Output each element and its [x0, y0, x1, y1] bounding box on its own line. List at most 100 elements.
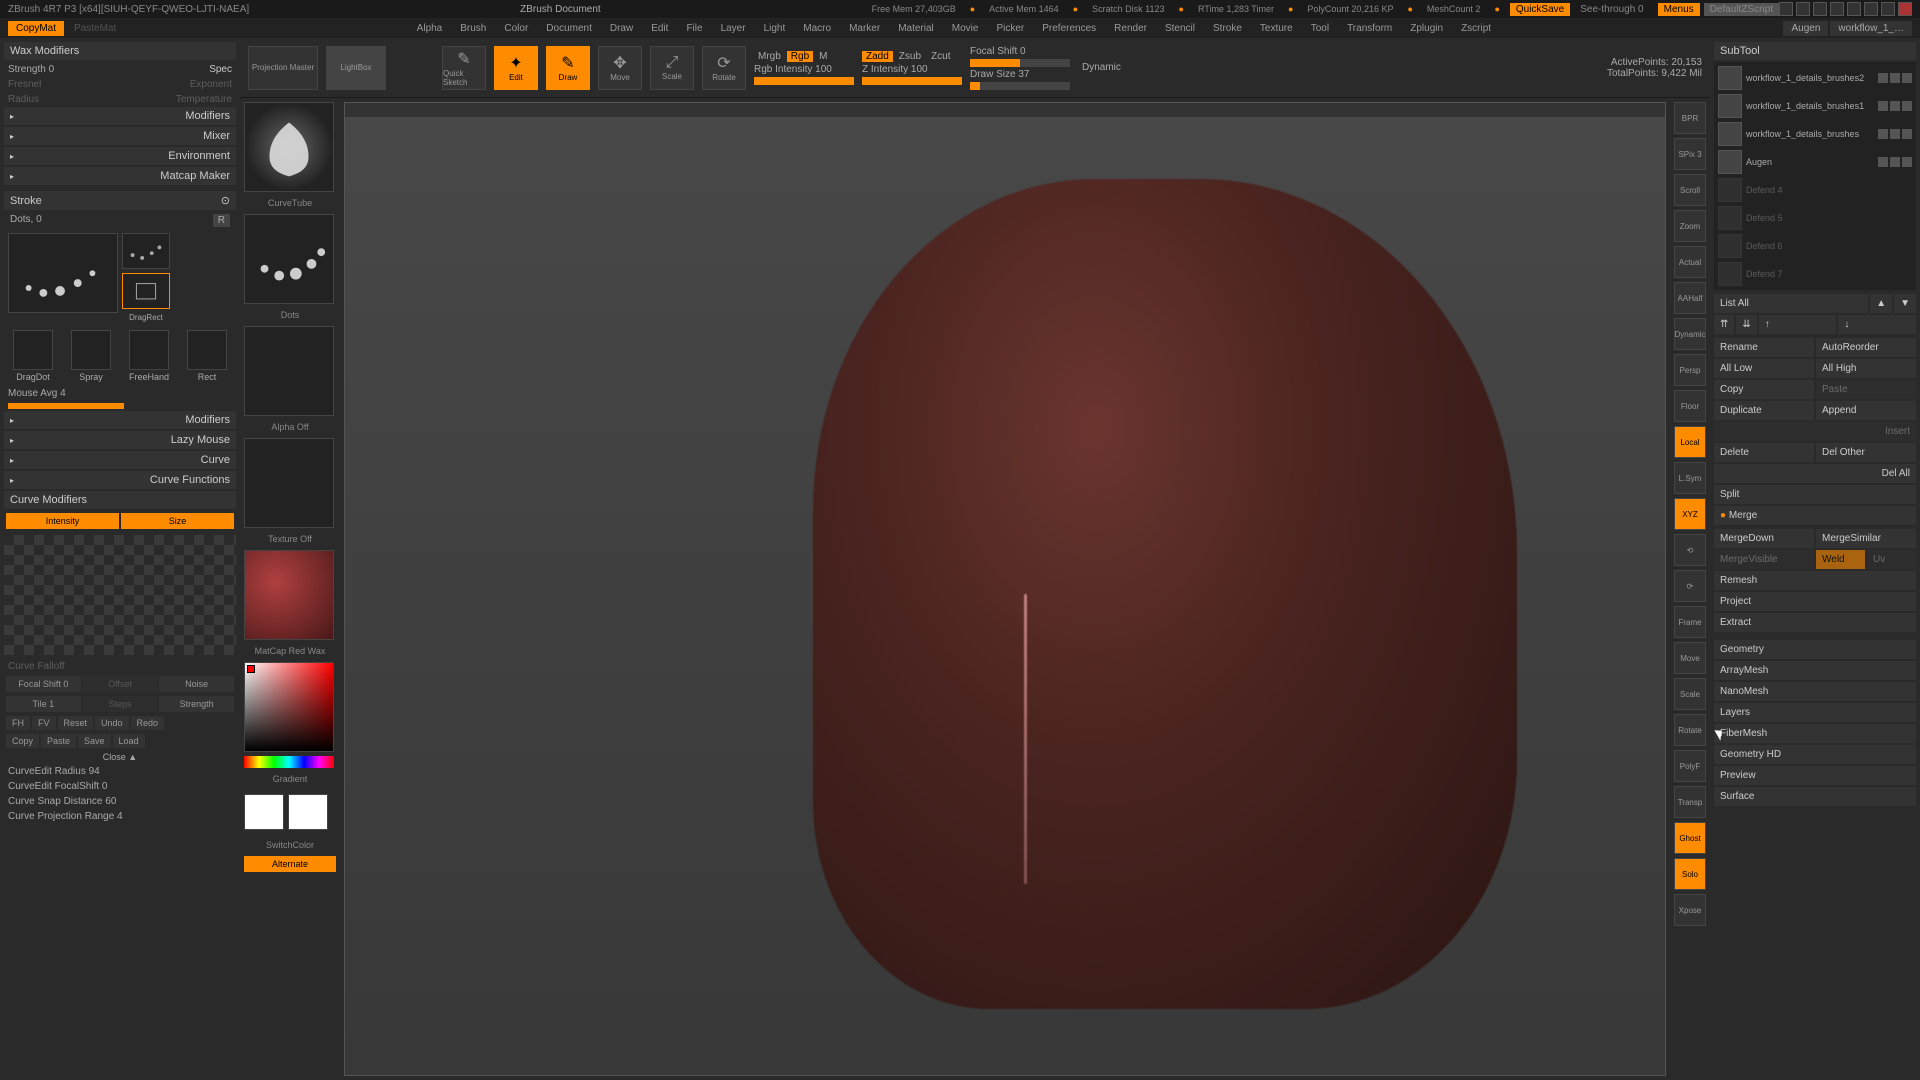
menu-document[interactable]: Document — [538, 21, 600, 36]
zint-slider[interactable]: Z Intensity 100 — [862, 64, 962, 75]
focal-slider[interactable]: CurveEdit FocalShift 0 — [8, 781, 232, 792]
menu-zplugin[interactable]: Zplugin — [1402, 21, 1451, 36]
mergevisible-button[interactable]: MergeVisible — [1714, 550, 1814, 569]
window-icon[interactable] — [1813, 2, 1827, 16]
color-picker[interactable] — [244, 662, 334, 752]
rgb-button[interactable]: Rgb — [787, 51, 813, 62]
move-down-icon[interactable]: ↓ — [1838, 315, 1916, 334]
menu-color[interactable]: Color — [496, 21, 536, 36]
move-button[interactable]: Move — [1674, 642, 1706, 674]
radius-slider[interactable]: CurveEdit Radius 94 — [8, 766, 232, 777]
mergedown-button[interactable]: MergeDown — [1714, 529, 1814, 548]
copy-button[interactable]: Copy — [1714, 380, 1814, 399]
undo-button[interactable]: Undo — [95, 716, 129, 730]
menus-button[interactable]: Menus — [1658, 3, 1700, 16]
proj-slider[interactable]: Curve Projection Range 4 — [8, 811, 232, 822]
aahalf-button[interactable]: AAHalf — [1674, 282, 1706, 314]
augen-tab[interactable]: Augen — [1783, 21, 1828, 36]
arrow-up-icon[interactable]: ▲ — [1870, 294, 1892, 313]
persp-button[interactable]: Persp — [1674, 354, 1706, 386]
focalshift-slider[interactable]: Focal Shift 0 — [970, 46, 1070, 57]
stroke-preview[interactable] — [244, 214, 334, 304]
scroll-button[interactable]: Scroll — [1674, 174, 1706, 206]
subtool-item[interactable]: Defend 7 — [1716, 260, 1914, 288]
copymat-button[interactable]: CopyMat — [8, 21, 64, 36]
move-up-icon[interactable]: ↑ — [1759, 315, 1837, 334]
stroke-header[interactable]: Stroke⊙ — [4, 191, 236, 210]
menu-macro[interactable]: Macro — [795, 21, 839, 36]
insert-button[interactable]: Insert — [1714, 422, 1916, 441]
switchcolor-button[interactable]: SwitchColor — [244, 838, 336, 852]
frame-button[interactable]: Frame — [1674, 606, 1706, 638]
temperature-slider[interactable]: Temperature — [176, 94, 232, 105]
mrgb-button[interactable]: Mrgb — [754, 51, 785, 62]
subtool-item[interactable]: workflow_1_details_brushes2 — [1716, 64, 1914, 92]
floor-button[interactable]: Floor — [1674, 390, 1706, 422]
edit-button[interactable]: ✦Edit — [494, 46, 538, 90]
append-button[interactable]: Append — [1816, 401, 1916, 420]
size-button[interactable]: Size — [121, 513, 234, 529]
menu-alpha[interactable]: Alpha — [409, 21, 451, 36]
delall-button[interactable]: Del All — [1714, 464, 1916, 483]
stroke-thumb-dots[interactable] — [122, 233, 170, 269]
lightbox-button[interactable]: LightBox — [326, 46, 386, 90]
menu-stroke[interactable]: Stroke — [1205, 21, 1250, 36]
listall-button[interactable]: List All — [1714, 294, 1868, 313]
menu-tool[interactable]: Tool — [1303, 21, 1337, 36]
menu-movie[interactable]: Movie — [944, 21, 987, 36]
ghost-button[interactable]: Ghost — [1674, 822, 1706, 854]
fresnel-slider[interactable]: Fresnel — [8, 79, 41, 90]
split-header[interactable]: Split — [1714, 485, 1916, 504]
dragdot-icon[interactable] — [13, 330, 53, 370]
menu-stencil[interactable]: Stencil — [1157, 21, 1203, 36]
spray-icon[interactable] — [71, 330, 111, 370]
brush-preview[interactable] — [244, 102, 334, 192]
paste-button[interactable]: Paste — [41, 734, 76, 748]
zcut-button[interactable]: Zcut — [927, 51, 954, 62]
nanomesh-header[interactable]: NanoMesh — [1714, 682, 1916, 701]
r-button[interactable]: R — [213, 214, 230, 227]
swatch-secondary[interactable] — [288, 794, 328, 830]
layers-header[interactable]: Layers — [1714, 703, 1916, 722]
window-icon[interactable] — [1796, 2, 1810, 16]
fh-button[interactable]: FH — [6, 716, 30, 730]
close-icon[interactable] — [1898, 2, 1912, 16]
arraymesh-header[interactable]: ArrayMesh — [1714, 661, 1916, 680]
rotate-y-button[interactable]: ⟲ — [1674, 534, 1706, 566]
matcap-header[interactable]: Matcap Maker — [4, 167, 236, 185]
maximize-icon[interactable] — [1881, 2, 1895, 16]
xpose-button[interactable]: Xpose — [1674, 894, 1706, 926]
gradient-label[interactable]: Gradient — [244, 772, 336, 786]
geometryhd-header[interactable]: Geometry HD — [1714, 745, 1916, 764]
alternate-button[interactable]: Alternate — [244, 856, 336, 872]
scale-button[interactable]: Scale — [1674, 678, 1706, 710]
actual-button[interactable]: Actual — [1674, 246, 1706, 278]
fibermesh-header[interactable]: FiberMesh — [1714, 724, 1916, 743]
solo-button[interactable]: Solo — [1674, 858, 1706, 890]
rgbint-slider[interactable]: Rgb Intensity 100 — [754, 64, 854, 75]
menu-marker[interactable]: Marker — [841, 21, 888, 36]
zsub-button[interactable]: Zsub — [895, 51, 925, 62]
reset-button[interactable]: Reset — [58, 716, 94, 730]
subtool-item[interactable]: workflow_1_details_brushes1 — [1716, 92, 1914, 120]
tile-slider[interactable]: Tile 1 — [6, 696, 81, 712]
hue-bar[interactable] — [244, 756, 334, 768]
subtool-header[interactable]: SubTool — [1714, 42, 1916, 60]
close-button[interactable]: Close ▲ — [4, 750, 236, 764]
zoom-button[interactable]: Zoom — [1674, 210, 1706, 242]
curvefunc-header[interactable]: Curve Functions — [4, 471, 236, 489]
nav-up-icon[interactable]: ⇈ — [1714, 315, 1734, 334]
viewport[interactable] — [344, 102, 1666, 1076]
rotate-z-button[interactable]: ⟳ — [1674, 570, 1706, 602]
weld-button[interactable]: Weld — [1816, 550, 1865, 569]
delete-button[interactable]: Delete — [1714, 443, 1814, 462]
rotate-button[interactable]: ⟳Rotate — [702, 46, 746, 90]
modifiers2-header[interactable]: Modifiers — [4, 411, 236, 429]
menu-light[interactable]: Light — [756, 21, 794, 36]
stroke-thumb-dragrect[interactable] — [122, 273, 170, 309]
mixer-header[interactable]: Mixer — [4, 127, 236, 145]
texture-preview[interactable] — [244, 438, 334, 528]
menu-layer[interactable]: Layer — [713, 21, 754, 36]
wax-header[interactable]: Wax Modifiers — [4, 42, 236, 60]
menu-draw[interactable]: Draw — [602, 21, 641, 36]
